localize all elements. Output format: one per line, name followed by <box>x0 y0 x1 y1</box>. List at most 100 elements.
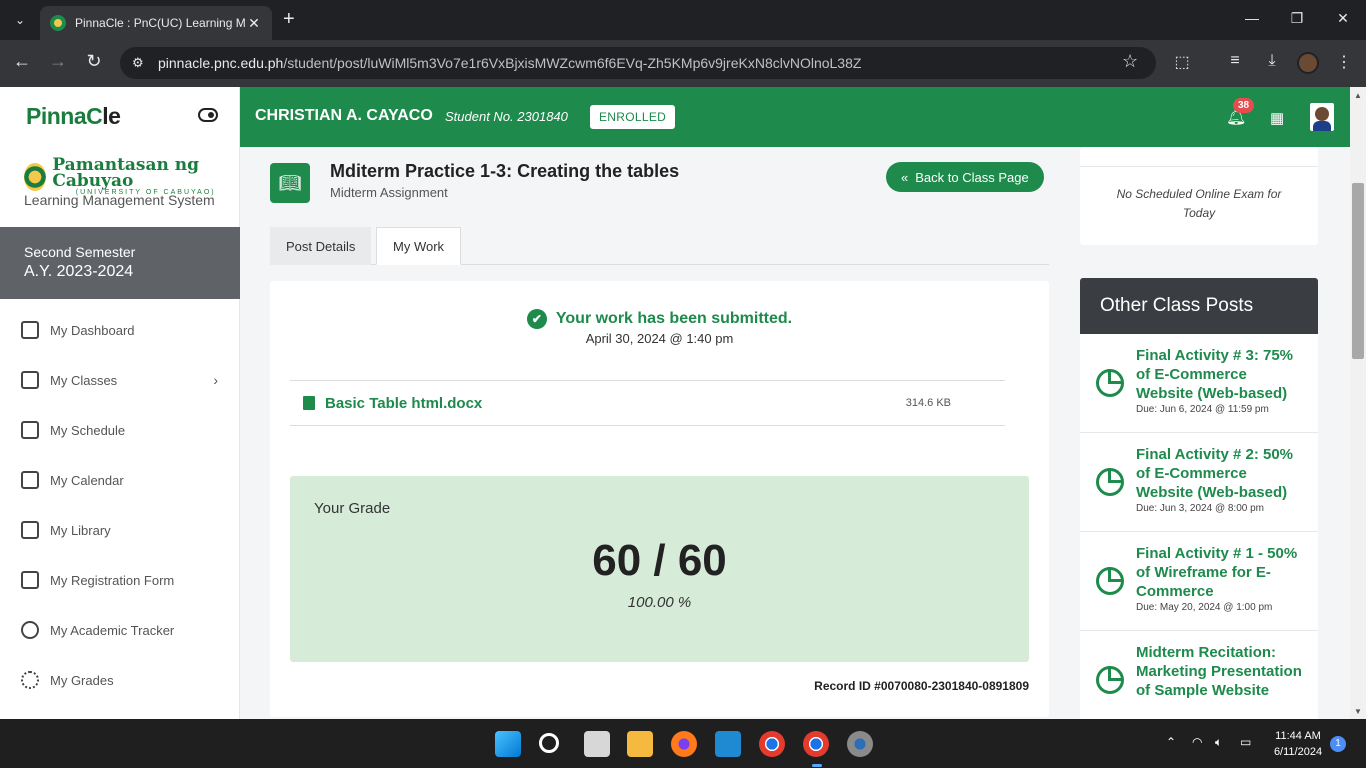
browser-profile-avatar[interactable] <box>1297 52 1319 74</box>
tray-chevron-up-icon[interactable]: ⌃ <box>1166 735 1176 749</box>
academic-year: A.Y. 2023-2024 <box>24 263 134 280</box>
calendar-icon <box>21 471 39 489</box>
check-circle-icon: ✔ <box>526 309 547 329</box>
post-link[interactable]: Final Activity # 2: 50% of E-Commerce We… <box>1136 445 1308 502</box>
chrome-profile-icon[interactable] <box>803 731 829 757</box>
scroll-up-icon[interactable]: ▲ <box>1354 91 1362 100</box>
file-explorer-icon[interactable] <box>627 731 653 757</box>
student-name: CHRISTIAN A. CAYACO <box>255 107 433 124</box>
student-number: Student No. 2301840 <box>445 109 568 124</box>
my-work-card: ✔ Your work has been submitted. April 30,… <box>270 281 1049 717</box>
grade-score: 60 / 60 <box>592 536 727 585</box>
attached-file-row[interactable]: Basic Table html.docx 314.6 KB <box>290 380 1005 426</box>
list-item[interactable]: Final Activity # 1 - 50% of Wireframe fo… <box>1080 532 1318 631</box>
address-bar[interactable]: ⚙ pinnacle.pnc.edu.ph/student/post/luWiM… <box>120 47 1156 79</box>
sidebar-item-academic-tracker[interactable]: My Academic Tracker <box>0 605 240 655</box>
page: PinnaCle Pamantasan ng Cabuyao (UNIVERSI… <box>0 87 1366 719</box>
search-icon[interactable] <box>539 733 559 753</box>
scroll-down-icon[interactable]: ▼ <box>1354 707 1362 716</box>
record-id: Record ID #0070080-2301840-0891809 <box>814 679 1029 693</box>
semester-label: Second Semester <box>24 244 136 260</box>
forward-arrow-icon[interactable]: → <box>46 51 70 72</box>
close-tab-icon[interactable]: ✕ <box>246 15 262 32</box>
bookmark-star-icon[interactable]: ☆ <box>1122 51 1138 72</box>
file-icon <box>303 396 315 410</box>
file-size: 314.6 KB <box>905 397 951 409</box>
restore-icon[interactable]: ❐ <box>1287 10 1307 27</box>
minimize-icon[interactable]: — <box>1242 10 1262 26</box>
post-due: Due: Jun 3, 2024 @ 8:00 pm <box>1136 503 1265 514</box>
browser-menu-icon[interactable]: ⋮ <box>1333 52 1355 72</box>
post-link[interactable]: Final Activity # 1 - 50% of Wireframe fo… <box>1136 544 1308 601</box>
sidebar-item-calendar[interactable]: My Calendar <box>0 455 240 505</box>
pie-chart-icon <box>1096 468 1124 496</box>
media-controls-icon[interactable]: ≡ <box>1224 52 1246 70</box>
back-arrow-icon[interactable]: ← <box>10 51 34 72</box>
submitted-text: Your work has been submitted. <box>555 310 793 327</box>
system-name: Learning Management System <box>24 192 215 208</box>
firefox-icon[interactable] <box>671 731 697 757</box>
sidebar-item-library[interactable]: My Library <box>0 505 240 555</box>
tab-search-icon[interactable]: ⌄ <box>6 7 34 33</box>
notification-count-badge: 38 <box>1233 98 1255 113</box>
browser-toolbar: ← → ↻ ⚙ pinnacle.pnc.edu.ph/student/post… <box>0 40 1366 87</box>
site-info-icon[interactable]: ⚙ <box>132 55 144 71</box>
running-indicator <box>812 764 822 767</box>
no-exam-text: No Scheduled Online Exam for Today <box>1116 187 1282 220</box>
url-host: pinnacle.pnc.edu.ph <box>158 55 284 71</box>
submitted-date: April 30, 2024 @ 1:40 pm <box>585 331 734 346</box>
download-icon[interactable]: ⤓ <box>1261 52 1283 70</box>
user-avatar[interactable] <box>1310 103 1334 131</box>
back-to-class-button[interactable]: «Back to Class Page <box>886 162 1044 192</box>
document-icon <box>21 571 39 589</box>
list-item[interactable]: Final Activity # 3: 75% of E-Commerce We… <box>1080 334 1318 433</box>
apps-grid-icon[interactable]: ▦ <box>1270 109 1284 127</box>
task-view-icon[interactable] <box>584 731 610 757</box>
new-tab-icon[interactable]: + <box>283 9 295 29</box>
windows-taskbar: ⌃ ◠ 🔈︎ ▭ 11:44 AM 6/11/2024 1 <box>0 719 1366 768</box>
settings-gear-icon[interactable] <box>847 731 873 757</box>
tab-my-work[interactable]: My Work <box>376 227 462 265</box>
file-name-link[interactable]: Basic Table html.docx <box>325 395 906 412</box>
book-icon <box>21 521 39 539</box>
sidebar-item-grades[interactable]: My Grades <box>0 655 240 705</box>
percent-icon <box>21 671 39 689</box>
sidebar-item-registration-form[interactable]: My Registration Form <box>0 555 240 605</box>
pie-chart-icon <box>1096 369 1124 397</box>
windows-start-icon[interactable] <box>495 731 521 757</box>
list-item[interactable]: Midterm Recitation: Marketing Presentati… <box>1080 631 1318 719</box>
clock-time: 11:44 AM <box>1275 730 1321 742</box>
page-scrollbar[interactable]: ▲ ▼ <box>1350 87 1366 719</box>
sidebar: PinnaCle Pamantasan ng Cabuyao (UNIVERSI… <box>0 87 240 719</box>
post-link[interactable]: Final Activity # 3: 75% of E-Commerce We… <box>1136 346 1308 403</box>
extensions-icon[interactable]: ⬚ <box>1171 52 1193 72</box>
top-header: CHRISTIAN A. CAYACO Student No. 2301840 … <box>240 87 1350 147</box>
tab-post-details[interactable]: Post Details <box>270 227 372 265</box>
vscode-icon[interactable] <box>715 731 741 757</box>
sidebar-toggle-icon[interactable] <box>198 108 218 122</box>
scrollbar-thumb[interactable] <box>1352 183 1364 359</box>
sidebar-item-dashboard[interactable]: My Dashboard <box>0 305 240 355</box>
volume-icon[interactable]: 🔈︎ <box>1215 735 1222 750</box>
system-clock[interactable]: 11:44 AM 6/11/2024 <box>1268 728 1328 760</box>
pinnacle-logo[interactable]: PinnaCle <box>26 103 121 130</box>
close-window-icon[interactable]: ✕ <box>1333 10 1353 27</box>
post-subtitle: Midterm Assignment <box>330 185 448 200</box>
battery-icon[interactable]: ▭ <box>1240 735 1251 749</box>
open-book-icon: 📖︎ <box>270 163 310 203</box>
university-logo: Pamantasan ng Cabuyao (UNIVERSITY OF CAB… <box>24 157 239 196</box>
chrome-icon[interactable] <box>759 731 785 757</box>
notification-center-badge[interactable]: 1 <box>1330 736 1346 752</box>
sidebar-item-classes[interactable]: My Classes › <box>0 355 240 405</box>
browser-tab[interactable]: PinnaCle : PnC(UC) Learning Ma ✕ <box>40 6 272 40</box>
university-seal-icon <box>24 162 47 191</box>
site-favicon-icon <box>50 15 66 31</box>
list-item[interactable]: Final Activity # 2: 50% of E-Commerce We… <box>1080 433 1318 532</box>
post-link[interactable]: Midterm Recitation: Marketing Presentati… <box>1136 643 1308 700</box>
browser-tab-bar: ⌄ PinnaCle : PnC(UC) Learning Ma ✕ + — ❐… <box>0 0 1366 40</box>
sidebar-item-schedule[interactable]: My Schedule <box>0 405 240 455</box>
wifi-icon[interactable]: ◠ <box>1192 735 1202 749</box>
semester-panel: Second Semester A.Y. 2023-2024 <box>0 227 240 299</box>
schedule-icon <box>21 421 39 439</box>
reload-icon[interactable]: ↻ <box>82 51 106 72</box>
